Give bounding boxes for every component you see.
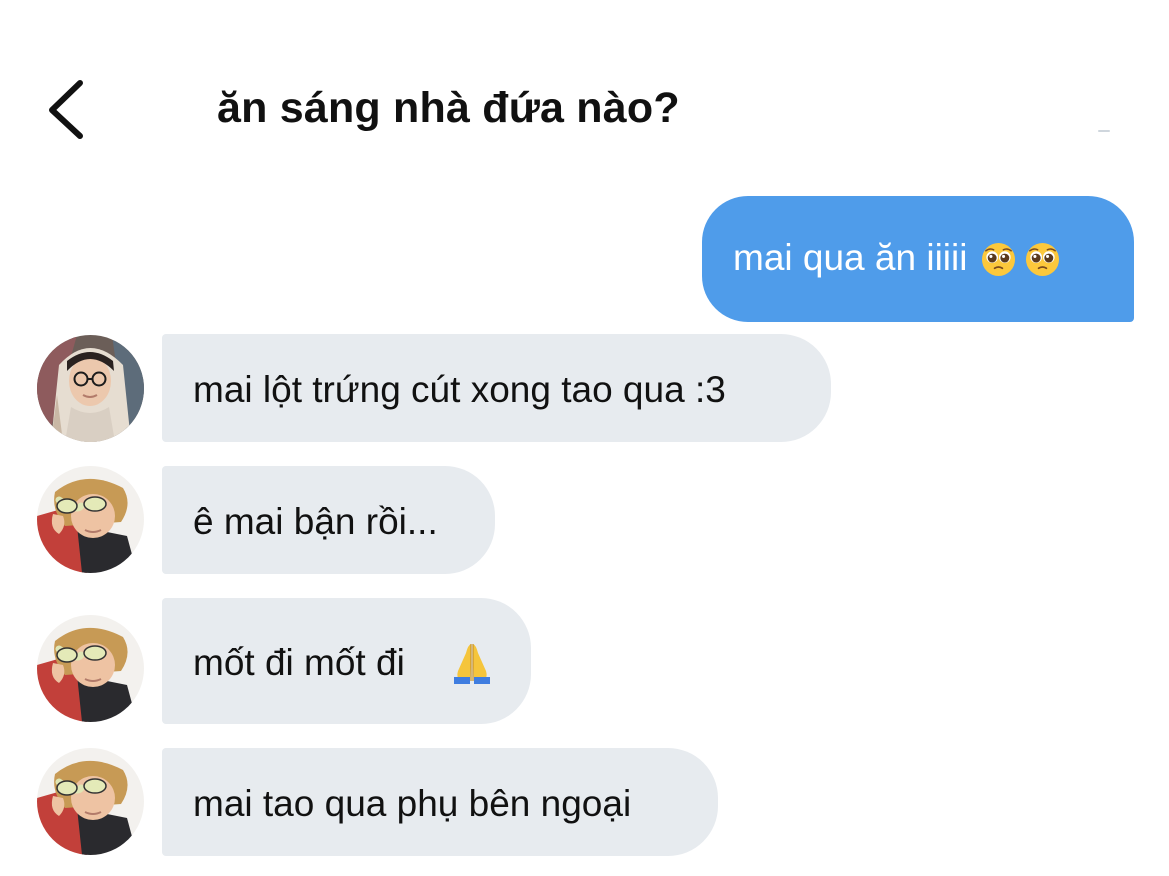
avatar[interactable]	[37, 466, 144, 573]
back-button[interactable]	[38, 74, 98, 144]
user-avatar-sunglasses-icon	[37, 615, 144, 722]
message-text: mai qua ăn iiiii	[733, 237, 968, 278]
avatar[interactable]	[37, 748, 144, 855]
incoming-message-bubble[interactable]: ê mai bận rồi...	[162, 466, 495, 574]
incoming-message-bubble[interactable]: mốt đi mốt đi	[162, 598, 531, 724]
message-text: mai lột trứng cút xong tao qua :3	[193, 369, 726, 410]
pleading-face-emoji-icon	[981, 242, 1016, 277]
user-avatar-sunglasses-icon	[37, 466, 144, 573]
conversation-title: ăn sáng nhà đứa nào?	[217, 84, 680, 132]
user-avatar-sunglasses-icon	[37, 748, 144, 855]
pleading-face-emoji-icon	[1025, 242, 1060, 277]
incoming-message-bubble[interactable]: mai tao qua phụ bên ngoại	[162, 748, 718, 856]
outgoing-message-bubble[interactable]: mai qua ăn iiiii	[702, 196, 1134, 322]
folded-hands-emoji-icon	[454, 644, 490, 684]
chevron-left-icon	[49, 80, 83, 139]
user-avatar-hooded-icon	[37, 335, 144, 442]
incoming-message-bubble[interactable]: mai lột trứng cút xong tao qua :3	[162, 334, 831, 442]
avatar[interactable]	[37, 615, 144, 722]
message-text: ê mai bận rồi...	[193, 501, 438, 542]
chat-header: ăn sáng nhà đứa nào?	[0, 0, 1169, 170]
message-text: mốt đi mốt đi	[193, 642, 405, 683]
chat-screen: ăn sáng nhà đứa nào? mai qua ăn iiiii ma…	[0, 0, 1169, 876]
message-text: mai tao qua phụ bên ngoại	[193, 783, 632, 824]
header-divider-mark	[1098, 130, 1110, 132]
avatar[interactable]	[37, 335, 144, 442]
